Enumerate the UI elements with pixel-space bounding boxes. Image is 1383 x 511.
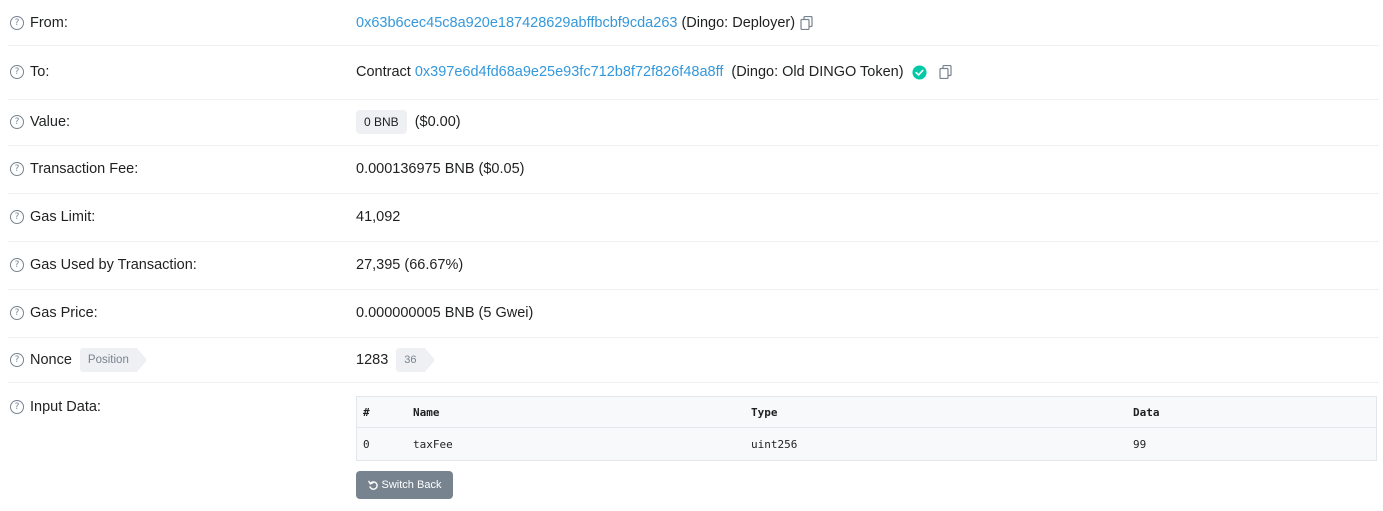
- gas-used-value: 27,395 (66.67%): [356, 257, 464, 273]
- question-circle-icon[interactable]: ?: [10, 65, 24, 79]
- question-circle-icon[interactable]: ?: [10, 306, 24, 320]
- to-row: ? To: Contract 0x397e6d4fd68a9e25e93fc71…: [8, 45, 1379, 100]
- from-row: ? From: 0x63b6cec45c8a920e187428629abffb…: [8, 0, 1379, 46]
- cell-type: uint256: [751, 427, 1133, 461]
- gas-price-label-group: ? Gas Price:: [10, 305, 98, 321]
- question-circle-icon[interactable]: ?: [10, 258, 24, 272]
- gas-used-row: ? Gas Used by Transaction: 27,395 (66.67…: [8, 241, 1379, 290]
- undo-icon: [367, 480, 378, 490]
- gas-price-value: 0.000000005 BNB (5 Gwei): [356, 305, 534, 321]
- copy-icon[interactable]: [800, 15, 813, 30]
- question-circle-icon[interactable]: ?: [10, 15, 24, 30]
- value-label-group: ? Value:: [10, 114, 70, 130]
- nonce-value: 1283: [356, 351, 389, 368]
- gas-limit-label: Gas Limit:: [30, 209, 96, 225]
- nonce-row: ? Nonce Position 1283 36: [8, 337, 1379, 383]
- nonce-label: Nonce: [30, 351, 72, 368]
- question-circle-icon[interactable]: ?: [10, 115, 24, 129]
- from-value: 0x63b6cec45c8a920e187428629abffbcbf9cda2…: [356, 15, 813, 31]
- fee-value: 0.000136975 BNB ($0.05): [356, 161, 525, 177]
- nonce-value-group: 1283 36: [356, 347, 435, 372]
- to-prefix: Contract: [356, 64, 411, 80]
- column-header-index: #: [356, 396, 413, 428]
- gas-limit-label-group: ? Gas Limit:: [10, 209, 95, 225]
- gas-price-row: ? Gas Price: 0.000000005 BNB (5 Gwei): [8, 289, 1379, 338]
- copy-icon[interactable]: [938, 65, 952, 79]
- input-data-table: # Name Type Data 0 taxFee uint256 99: [356, 396, 1377, 461]
- gas-limit-row: ? Gas Limit: 41,092: [8, 193, 1379, 242]
- from-label: From:: [30, 14, 68, 31]
- value-row: ? Value: 0 BNB ($0.00): [8, 99, 1379, 146]
- to-value: Contract 0x397e6d4fd68a9e25e93fc712b8f72…: [356, 64, 952, 80]
- from-label-group: ? From:: [10, 15, 68, 31]
- fee-label: Transaction Fee:: [30, 161, 139, 177]
- to-name: (Dingo: Old DINGO Token): [731, 64, 904, 80]
- input-data-label: Input Data:: [30, 399, 101, 415]
- question-circle-icon[interactable]: ?: [10, 400, 24, 414]
- to-label-group: ? To:: [10, 64, 49, 80]
- value-label: Value:: [30, 114, 71, 130]
- cell-index: 0: [356, 427, 413, 461]
- gas-price-label: Gas Price:: [30, 305, 98, 321]
- table-header-row: # Name Type Data: [356, 396, 1377, 428]
- column-header-name: Name: [413, 396, 751, 428]
- gas-used-label-group: ? Gas Used by Transaction:: [10, 257, 197, 273]
- value-badge: 0 BNB: [356, 110, 407, 134]
- check-circle-icon: [912, 64, 927, 80]
- position-value-badge: 36: [396, 347, 435, 372]
- from-name: (Dingo: Deployer): [681, 14, 796, 31]
- question-circle-icon[interactable]: ?: [10, 210, 24, 224]
- value-usd: ($0.00): [414, 114, 461, 130]
- column-header-data: Data: [1133, 396, 1377, 428]
- nonce-label-group: ? Nonce Position: [10, 347, 147, 372]
- cell-data: 99: [1133, 427, 1377, 461]
- column-header-type: Type: [751, 396, 1133, 428]
- table-row: 0 taxFee uint256 99: [356, 427, 1377, 461]
- question-circle-icon[interactable]: ?: [10, 352, 24, 367]
- fee-row: ? Transaction Fee: 0.000136975 BNB ($0.0…: [8, 145, 1379, 194]
- switch-back-button[interactable]: Switch Back: [356, 471, 453, 499]
- to-label: To:: [30, 64, 50, 80]
- from-address-link[interactable]: 0x63b6cec45c8a920e187428629abffbcbf9cda2…: [356, 15, 677, 31]
- value-value: 0 BNB ($0.00): [356, 110, 461, 134]
- switch-back-label: Switch Back: [381, 479, 442, 491]
- input-data-label-group: ? Input Data:: [10, 399, 101, 415]
- gas-used-label: Gas Used by Transaction:: [30, 257, 197, 273]
- fee-label-group: ? Transaction Fee:: [10, 161, 138, 177]
- position-badge: Position: [79, 347, 147, 372]
- cell-name: taxFee: [413, 427, 751, 461]
- gas-limit-value: 41,092: [356, 209, 401, 225]
- question-circle-icon[interactable]: ?: [10, 162, 24, 176]
- to-address-link[interactable]: 0x397e6d4fd68a9e25e93fc712b8f72f826f48a8…: [415, 64, 724, 80]
